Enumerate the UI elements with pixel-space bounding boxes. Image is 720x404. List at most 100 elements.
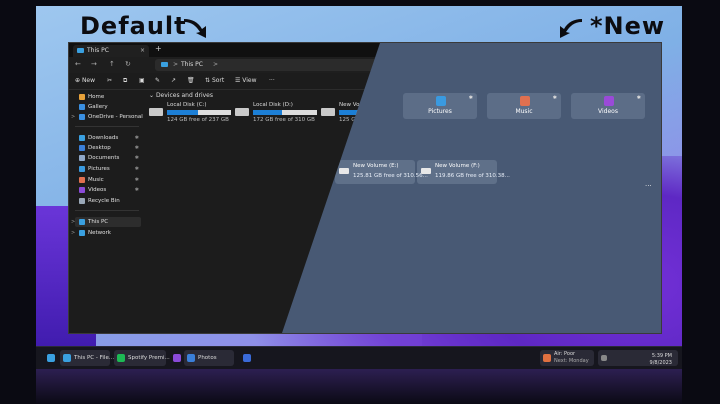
tab-close-button[interactable]: × (140, 45, 145, 57)
sidebar-item-label: Downloads (88, 135, 119, 141)
computer-icon (79, 219, 85, 225)
delete-button[interactable]: 🗑 (187, 77, 195, 84)
arrow-right-icon (184, 19, 206, 38)
sidebar-item-label: Gallery (88, 104, 108, 110)
start-button[interactable] (44, 350, 58, 366)
spotify-icon (117, 354, 125, 362)
expand-chevron-icon[interactable]: > (71, 112, 75, 122)
more-button[interactable]: ··· (645, 182, 652, 190)
back-button[interactable]: ← (75, 60, 81, 68)
up-button[interactable]: ↑ (109, 60, 115, 68)
taskbar-app-spotify[interactable]: Spotify Premi... (114, 350, 170, 366)
sidebar-item-label: Network (88, 230, 111, 236)
clock[interactable]: 5:39 PM 9/8/2023 (650, 353, 672, 367)
tab-this-pc[interactable]: This PC × (73, 45, 149, 57)
sidebar-item-home[interactable]: Home (75, 92, 141, 102)
forward-button[interactable]: → (91, 60, 97, 68)
sidebar-item-gallery[interactable]: Gallery (75, 102, 141, 112)
air-quality-icon (543, 354, 551, 362)
computer-icon (161, 62, 168, 67)
sidebar-item-downloads[interactable]: Downloads ✱ (75, 133, 141, 143)
desktop-icon (79, 145, 85, 151)
sidebar-item-network[interactable]: > Network (71, 228, 141, 238)
drive-usage-bar (253, 110, 317, 115)
music-icon (79, 177, 85, 183)
file-explorer-window: This PC × + ← → ↑ ↻ > This PC > ⊕ New ✂ … (68, 42, 662, 334)
sidebar-item-pictures[interactable]: Pictures ✱ (75, 164, 141, 174)
pin-icon: ✱ (134, 187, 139, 193)
sort-label: Sort (211, 77, 225, 84)
sidebar-item-desktop[interactable]: Desktop ✱ (75, 143, 141, 153)
breadcrumb-this-pc[interactable]: This PC (181, 59, 203, 71)
new-button[interactable]: ⊕ New (75, 77, 95, 84)
paste-button[interactable]: ▣ (139, 77, 145, 84)
drive-icon (321, 108, 335, 116)
system-tray[interactable]: 5:39 PM 9/8/2023 (598, 350, 678, 366)
taskbar-app-photos[interactable]: Photos (184, 350, 234, 366)
terminal-icon (243, 354, 251, 362)
computer-icon (63, 354, 71, 362)
folder-label: Music (515, 108, 533, 115)
sidebar-item-documents[interactable]: Documents ✱ (75, 153, 141, 163)
folder-tile-videos[interactable]: Videos ✱ (571, 93, 645, 119)
plus-icon: ⊕ (75, 77, 82, 84)
divider (75, 126, 139, 127)
drive-usage-fill (253, 110, 282, 115)
section-header-devices[interactable]: ⌄ Devices and drives (149, 92, 213, 99)
expand-chevron-icon[interactable]: > (71, 228, 75, 238)
more-options-button[interactable]: ··· (269, 77, 275, 84)
drive-c[interactable]: Local Disk (C:) 124 GB free of 237 GB (149, 100, 239, 128)
taskbar-app-terminal[interactable] (240, 350, 254, 366)
chevron-down-icon: ⌄ (149, 92, 156, 99)
cut-button[interactable]: ✂ (107, 77, 112, 84)
videos-icon (604, 96, 614, 106)
sidebar-item-this-pc[interactable]: > This PC (71, 217, 141, 227)
drive-free-space: 124 GB free of 237 GB (167, 117, 229, 123)
app-icon (173, 354, 181, 362)
computer-icon (77, 48, 84, 53)
home-icon (79, 94, 85, 100)
sidebar-item-music[interactable]: Music ✱ (75, 175, 141, 185)
sidebar-item-label: Pictures (88, 166, 110, 172)
rename-button[interactable]: ✎ (155, 77, 160, 84)
drive-icon (339, 168, 349, 174)
cloud-icon (79, 114, 85, 120)
windows-logo-icon (47, 354, 55, 362)
gallery-icon (79, 104, 85, 110)
sidebar-item-label: Videos (88, 187, 107, 193)
volume-tile-e[interactable]: New Volume (E:) 125.81 GB free of 310.56… (335, 160, 428, 184)
widget-line2: Next: Monday (554, 358, 589, 364)
folder-tile-pictures[interactable]: Pictures ✱ (403, 93, 477, 119)
volume-tile-f[interactable]: New Volume (F:) 119.86 GB free of 310.38… (417, 160, 510, 184)
tab-label: This PC (87, 47, 109, 54)
sidebar-item-recycle-bin[interactable]: Recycle Bin (75, 196, 141, 206)
divider (75, 210, 139, 211)
breadcrumb-chevron[interactable]: > (173, 59, 178, 71)
drive-d[interactable]: Local Disk (D:) 172 GB free of 310 GB (235, 100, 325, 128)
taskbar-app-file-explorer[interactable]: This PC - File... (60, 350, 114, 366)
sidebar-item-videos[interactable]: Videos ✱ (75, 185, 141, 195)
sort-button[interactable]: ⇅ Sort (205, 77, 224, 84)
breadcrumb-chevron[interactable]: > (213, 59, 218, 71)
pictures-icon (79, 166, 85, 172)
pictures-icon (436, 96, 446, 106)
documents-icon (79, 155, 85, 161)
drive-icon (149, 108, 163, 116)
folder-tile-music[interactable]: Music ✱ (487, 93, 561, 119)
refresh-button[interactable]: ↻ (125, 60, 131, 68)
drive-icon (235, 108, 249, 116)
copy-button[interactable]: ⧉ (123, 77, 127, 85)
recycle-bin-icon (79, 198, 85, 204)
view-button[interactable]: ☰ View (235, 77, 257, 84)
weather-widget[interactable]: Air: Poor Next: Monday (540, 350, 594, 366)
share-button[interactable]: ↗ (171, 77, 176, 84)
drive-usage-bar (167, 110, 231, 115)
taskbar-app-unknown[interactable] (170, 350, 184, 366)
music-icon (520, 96, 530, 106)
volume-free-space: 119.86 GB free of 310.38... (435, 173, 510, 179)
videos-icon (79, 187, 85, 193)
new-tab-button[interactable]: + (155, 44, 162, 53)
sidebar-item-label: This PC (88, 219, 109, 225)
expand-chevron-icon[interactable]: > (71, 217, 75, 227)
sidebar-item-onedrive[interactable]: > OneDrive - Personal (71, 112, 143, 122)
